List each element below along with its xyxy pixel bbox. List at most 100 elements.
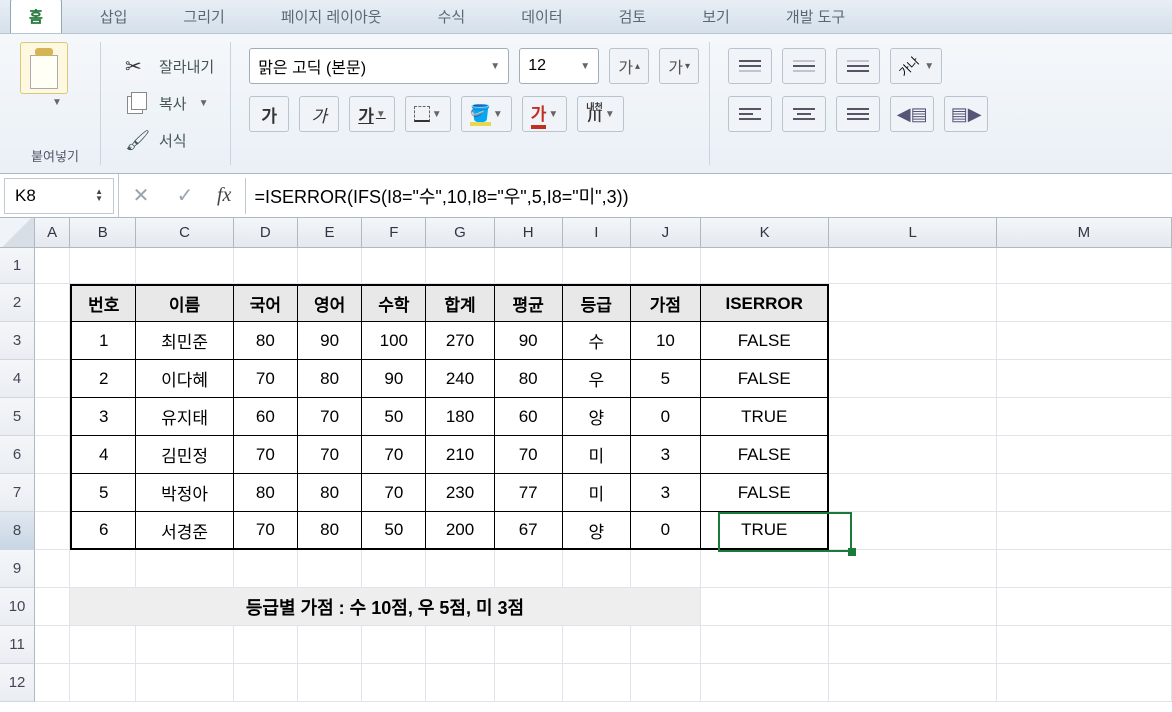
cell[interactable]: 210 [426, 436, 494, 474]
cell[interactable] [362, 550, 426, 588]
cell[interactable]: 50 [362, 512, 426, 550]
cell[interactable]: ISERROR [701, 284, 830, 322]
align-top-button[interactable] [728, 48, 772, 84]
cell[interactable]: 70 [362, 436, 426, 474]
cell[interactable]: 100 [362, 322, 426, 360]
cell[interactable]: 80 [298, 512, 362, 550]
cell[interactable] [298, 664, 362, 702]
ribbon-tab-page-layout[interactable]: 페이지 레이아웃 [263, 0, 400, 33]
increase-font-size-button[interactable]: 가▴ [609, 48, 649, 84]
col-header-A[interactable]: A [35, 218, 70, 247]
cell[interactable]: 4 [70, 436, 136, 474]
copy-button[interactable]: 복사 ▼ [119, 91, 220, 116]
cell[interactable]: 200 [426, 512, 494, 550]
cell[interactable]: 270 [426, 322, 494, 360]
underline-button[interactable]: 가 ▼ [349, 96, 395, 132]
format-painter-button[interactable]: 🖌 서식 [119, 126, 220, 155]
cell[interactable] [234, 664, 298, 702]
cell[interactable]: 3 [70, 398, 136, 436]
cell[interactable]: 77 [495, 474, 563, 512]
name-box-spinner[interactable]: ▲▼ [95, 189, 103, 202]
cell[interactable]: FALSE [701, 474, 830, 512]
col-header-H[interactable]: H [495, 218, 563, 247]
align-right-button[interactable] [836, 96, 880, 132]
cell[interactable]: 70 [298, 398, 362, 436]
cell[interactable] [701, 588, 830, 626]
fx-icon[interactable]: fx [207, 184, 241, 207]
col-header-F[interactable]: F [362, 218, 426, 247]
cell[interactable]: 1 [70, 322, 136, 360]
fill-color-button[interactable]: 🪣 ▼ [461, 96, 512, 132]
col-header-C[interactable]: C [136, 218, 233, 247]
cell[interactable] [829, 664, 996, 702]
col-header-J[interactable]: J [631, 218, 701, 247]
cell[interactable] [829, 284, 996, 322]
cell[interactable]: FALSE [701, 360, 830, 398]
cell[interactable]: TRUE [701, 398, 830, 436]
ribbon-tab-formulas[interactable]: 수식 [420, 0, 484, 33]
cell[interactable] [997, 284, 1172, 322]
cell[interactable]: 양 [563, 512, 631, 550]
ribbon-tab-developer[interactable]: 개발 도구 [768, 0, 863, 33]
row-header-8[interactable]: 8 [0, 512, 35, 550]
cell[interactable] [829, 512, 996, 550]
cut-button[interactable]: ✂ 잘라내기 [119, 52, 220, 81]
cell[interactable]: 80 [234, 322, 298, 360]
cell[interactable] [495, 248, 563, 284]
cell[interactable] [426, 664, 494, 702]
cell[interactable] [701, 248, 829, 284]
align-bottom-button[interactable] [836, 48, 880, 84]
cell[interactable] [35, 248, 70, 284]
cell[interactable] [631, 664, 701, 702]
align-left-button[interactable] [728, 96, 772, 132]
cell[interactable]: 90 [298, 322, 362, 360]
align-center-button[interactable] [782, 96, 826, 132]
col-header-D[interactable]: D [234, 218, 298, 247]
cell[interactable] [426, 550, 494, 588]
cell[interactable]: 3 [631, 436, 701, 474]
cell[interactable] [35, 512, 70, 550]
cell[interactable]: 80 [298, 360, 362, 398]
cell[interactable]: 70 [234, 436, 298, 474]
col-header-G[interactable]: G [426, 218, 494, 247]
paste-button[interactable]: ▼ [20, 42, 90, 108]
cell[interactable] [829, 248, 996, 284]
cell[interactable]: 평균 [495, 284, 563, 322]
cell[interactable]: 가점 [631, 284, 701, 322]
col-header-M[interactable]: M [997, 218, 1172, 247]
cell[interactable]: 0 [631, 398, 701, 436]
border-button[interactable]: ▼ [405, 96, 451, 132]
cell[interactable] [35, 474, 70, 512]
cell[interactable]: 서경준 [136, 512, 233, 550]
italic-button[interactable]: 가 [299, 96, 339, 132]
cell[interactable]: 5 [631, 360, 701, 398]
cell[interactable] [631, 550, 701, 588]
cell[interactable]: 240 [426, 360, 494, 398]
row-header-5[interactable]: 5 [0, 398, 35, 436]
cell[interactable] [35, 322, 70, 360]
cell[interactable] [997, 360, 1172, 398]
cell[interactable]: 2 [70, 360, 136, 398]
cell[interactable]: 70 [234, 360, 298, 398]
cell[interactable] [997, 398, 1172, 436]
ribbon-tab-view[interactable]: 보기 [684, 0, 748, 33]
cell[interactable] [829, 588, 996, 626]
cell[interactable] [563, 550, 631, 588]
cell[interactable]: 80 [495, 360, 563, 398]
increase-indent-button[interactable]: ▤▶ [944, 96, 988, 132]
col-header-K[interactable]: K [701, 218, 829, 247]
cell[interactable] [70, 550, 136, 588]
font-size-dropdown[interactable]: 12 ▼ [519, 48, 599, 84]
cell[interactable] [70, 626, 136, 664]
cell[interactable] [829, 626, 996, 664]
cell[interactable] [701, 550, 829, 588]
row-header-6[interactable]: 6 [0, 436, 35, 474]
cell[interactable]: 이름 [136, 284, 233, 322]
cell[interactable]: 유지태 [136, 398, 233, 436]
cell[interactable] [35, 398, 70, 436]
fill-handle[interactable] [848, 548, 856, 556]
cell-K8[interactable]: TRUE [701, 512, 830, 550]
cell[interactable]: 박정아 [136, 474, 233, 512]
cell[interactable] [997, 550, 1172, 588]
name-box[interactable]: K8 ▲▼ [4, 178, 114, 214]
